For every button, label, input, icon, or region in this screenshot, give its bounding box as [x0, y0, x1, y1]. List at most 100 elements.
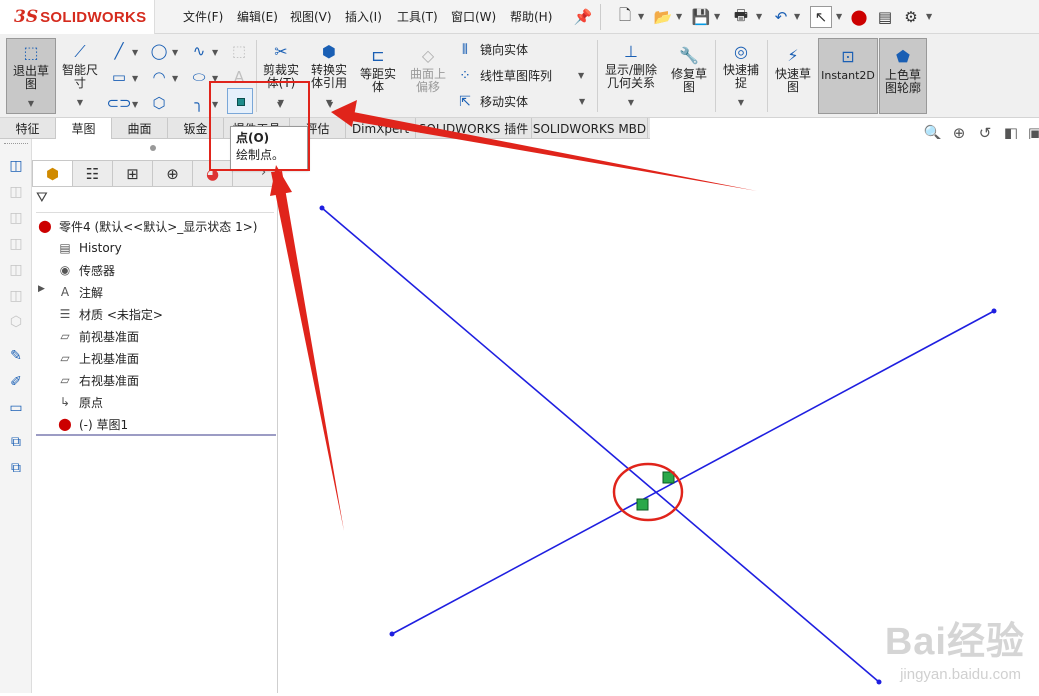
fillet-icon[interactable]: ╮ — [188, 92, 210, 114]
relation-marker-icon[interactable] — [637, 499, 648, 510]
rapid-sketch-button[interactable]: ⚡ 快速草图 — [770, 44, 816, 94]
rectangle-icon[interactable]: ▭ — [108, 66, 130, 88]
tab-surfaces[interactable]: 曲面 — [112, 118, 168, 139]
filter-icon[interactable]: ⛛ — [36, 190, 56, 210]
tree-item-right-plane[interactable]: ▱ 右视基准面 — [56, 370, 139, 390]
tree-item-origin[interactable]: ↳ 原点 — [56, 392, 103, 412]
menu-edit[interactable]: 编辑(E) — [237, 8, 278, 25]
dimxpert-tab-icon[interactable]: ⊕ — [153, 161, 193, 186]
move-entities-button[interactable]: ⇱ 移动实体 ▼ — [456, 93, 585, 110]
linear-pattern-button[interactable]: ⁘ 线性草图阵列 ▼ — [456, 67, 584, 84]
polygon-icon[interactable]: ⬡ — [148, 92, 170, 114]
tree-item-material[interactable]: ☰ 材质 <未指定> — [56, 304, 163, 324]
chevron-down-icon[interactable]: ▼ — [714, 12, 720, 21]
chevron-down-icon[interactable]: ▼ — [327, 100, 333, 109]
chevron-down-icon[interactable]: ▼ — [172, 48, 178, 57]
sketch-line-1[interactable] — [322, 208, 879, 682]
property-manager-tab-icon[interactable]: ☷ — [73, 161, 113, 186]
sketch-icon[interactable]: ✎ — [5, 345, 27, 367]
sketch-endpoint[interactable] — [992, 309, 997, 314]
quick-snaps-button[interactable]: ◎ 快速捕捉 ▼ — [718, 40, 764, 109]
spline-icon[interactable]: ∿ — [188, 40, 210, 62]
view-cube-icon[interactable]: ◫ — [5, 155, 27, 177]
paste-icon[interactable]: ⧉ — [5, 457, 27, 479]
chevron-down-icon[interactable]: ▼ — [132, 48, 138, 57]
tree-root-part[interactable]: ⬤ 零件4 (默认<<默认>_显示状态 1>) — [36, 216, 257, 236]
tab-features[interactable]: 特征 — [0, 118, 56, 139]
surface-offset-icon: ◇ — [415, 44, 441, 66]
sketch-endpoint[interactable] — [320, 206, 325, 211]
chevron-down-icon[interactable]: ▼ — [212, 48, 218, 57]
rapid-sketch-icon: ⚡ — [780, 44, 806, 66]
chevron-down-icon[interactable]: ▼ — [794, 12, 800, 21]
feature-tree-tab-icon[interactable]: ⬢ — [33, 161, 73, 186]
exit-sketch-button[interactable]: ⬚ 退出草图 ▼ — [6, 38, 56, 114]
instant2d-button[interactable]: ⊡ Instant2D — [818, 38, 878, 114]
shaded-contour-icon: ⬟ — [890, 45, 916, 67]
pin-icon[interactable]: 📌 — [572, 6, 594, 28]
menu-file[interactable]: 文件(F) — [183, 8, 223, 25]
arc-icon[interactable]: ◠ — [148, 66, 170, 88]
sketch-endpoint[interactable] — [877, 680, 882, 685]
save-icon[interactable]: 💾 — [690, 6, 712, 28]
menu-window[interactable]: 窗口(W) — [451, 8, 496, 25]
quick-snap-label: 快速捕捉 — [721, 64, 761, 90]
chevron-down-icon[interactable]: ▼ — [926, 12, 932, 21]
shaded-sketch-contours-button[interactable]: ⬟ 上色草图轮廓 — [879, 38, 927, 114]
rollback-bar[interactable] — [36, 434, 276, 436]
expand-arrow-icon[interactable]: ▶ — [38, 284, 45, 294]
chevron-down-icon[interactable]: ▼ — [676, 12, 682, 21]
tree-item-front-plane[interactable]: ▱ 前视基准面 — [56, 326, 139, 346]
sketch-line-2[interactable] — [392, 311, 994, 634]
offset-entities-button[interactable]: ⊏ 等距实体 — [354, 44, 402, 94]
chevron-down-icon[interactable]: ▼ — [756, 12, 762, 21]
print-icon[interactable]: 🖶 — [730, 6, 752, 28]
sketch-endpoint[interactable] — [390, 632, 395, 637]
smart-dimension-button[interactable]: ⟋ 智能尺寸 ▼ — [58, 40, 102, 109]
chevron-down-icon[interactable]: ▼ — [836, 12, 842, 21]
mirror-entities-button[interactable]: ⫴ 镜向实体 — [456, 41, 528, 58]
menu-tools[interactable]: 工具(T) — [397, 8, 438, 25]
chevron-down-icon[interactable]: ▼ — [132, 100, 138, 109]
smart-dimension-label: 智能尺寸 — [60, 64, 100, 90]
rebuild-traffic-light-icon[interactable]: ⬤ — [848, 6, 870, 28]
tree-item-annotations[interactable]: A 注解 — [56, 282, 103, 302]
tab-sketch[interactable]: 草图 — [56, 118, 112, 139]
configuration-manager-tab-icon[interactable]: ⊞ — [113, 161, 153, 186]
plane-icon: ▱ — [56, 372, 74, 388]
sketch-traffic-light-icon: ⬤ — [56, 416, 74, 432]
chevron-down-icon[interactable]: ▼ — [638, 12, 644, 21]
edit-sketch-icon[interactable]: ✐ — [5, 371, 27, 393]
ellipse-icon[interactable]: ⬭ — [188, 66, 210, 88]
menu-help[interactable]: 帮助(H) — [510, 8, 552, 25]
tab-mbd[interactable]: SOLIDWORKS MBD — [532, 118, 648, 139]
copy-icon[interactable]: ⧉ — [5, 431, 27, 453]
panel-grip[interactable] — [150, 145, 156, 151]
menu-view[interactable]: 视图(V) — [290, 8, 332, 25]
mirror-label: 镜向实体 — [480, 41, 528, 58]
file-properties-icon[interactable]: ▤ — [874, 6, 896, 28]
line-icon[interactable]: ╱ — [108, 40, 130, 62]
display-icon[interactable]: ▭ — [5, 397, 27, 419]
undo-icon[interactable]: ↶ — [770, 6, 792, 28]
tab-dimxpert[interactable]: DimXpert — [346, 118, 416, 139]
title-bar: 3S SOLIDWORKS 文件(F) 编辑(E) 视图(V) 插入(I) 工具… — [0, 0, 1039, 34]
chevron-down-icon[interactable]: ▼ — [132, 74, 138, 83]
menu-insert[interactable]: 插入(I) — [345, 8, 382, 25]
repair-sketch-button[interactable]: 🔧 修复草图 — [666, 44, 712, 94]
circle-icon[interactable]: ◯ — [148, 40, 170, 62]
select-cursor-icon[interactable]: ↖ — [810, 6, 832, 28]
convert-entities-button[interactable]: ⬢ 转换实体引用 ▼ — [306, 40, 352, 109]
gear-icon[interactable]: ⚙ — [900, 6, 922, 28]
chevron-down-icon[interactable]: ▼ — [172, 74, 178, 83]
logo-text: SOLIDWORKS — [40, 9, 146, 26]
display-relations-button[interactable]: ⊥ 显示/删除几何关系 ▼ — [600, 40, 662, 109]
tree-item-sketch1[interactable]: ⬤ (-) 草图1 — [56, 414, 128, 434]
tree-item-history[interactable]: ▤ History — [56, 238, 122, 258]
slot-icon[interactable]: ⊂⊃ — [108, 92, 130, 114]
tree-item-sensors[interactable]: ◉ 传感器 — [56, 260, 115, 280]
open-folder-icon[interactable]: 📂 — [652, 6, 674, 28]
tab-addins[interactable]: SOLIDWORKS 插件 — [416, 118, 532, 139]
tree-item-top-plane[interactable]: ▱ 上视基准面 — [56, 348, 139, 368]
new-document-icon[interactable]: 🗋 — [614, 6, 636, 28]
